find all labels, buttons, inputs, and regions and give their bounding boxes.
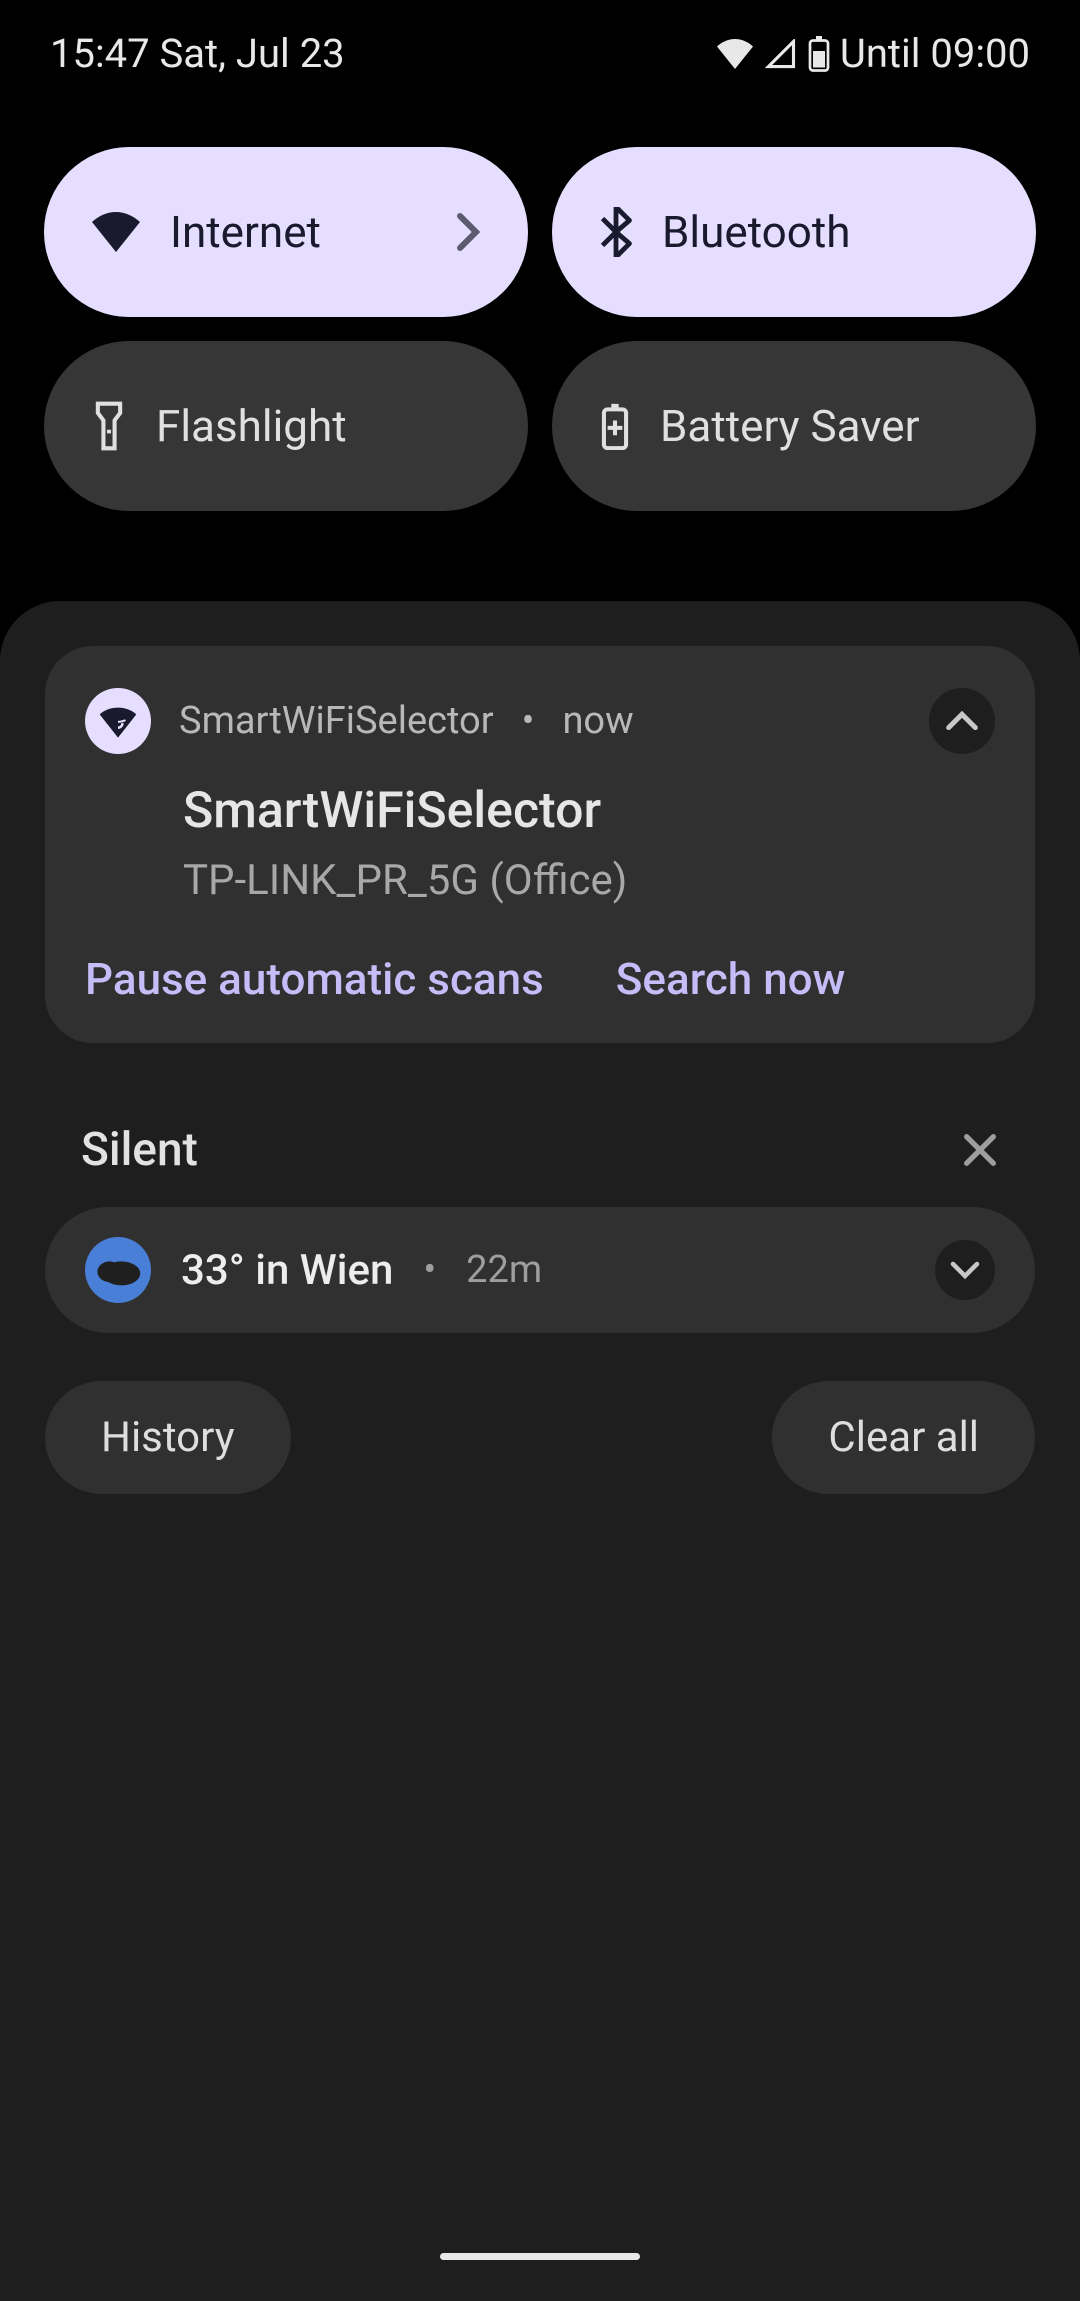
bluetooth-icon bbox=[600, 207, 632, 257]
weather-title: 33° in Wien bbox=[181, 1246, 393, 1295]
wifi-icon bbox=[716, 39, 754, 69]
status-time-date: 15:47 Sat, Jul 23 bbox=[50, 30, 345, 77]
wifi-icon bbox=[92, 212, 140, 252]
internet-tile[interactable]: Internet bbox=[44, 147, 528, 317]
notification-app-name: SmartWiFiSelector bbox=[179, 699, 494, 743]
notification-card[interactable]: SmartWiFiSelector • now SmartWiFiSelecto… bbox=[45, 646, 1035, 1043]
chevron-down-icon bbox=[949, 1261, 981, 1279]
bluetooth-tile[interactable]: Bluetooth bbox=[552, 147, 1036, 317]
notification-title: SmartWiFiSelector bbox=[183, 782, 995, 840]
home-indicator[interactable] bbox=[440, 2253, 640, 2260]
collapse-button[interactable] bbox=[929, 688, 995, 754]
search-now-action[interactable]: Search now bbox=[616, 953, 846, 1005]
weather-time: 22m bbox=[466, 1248, 542, 1292]
flashlight-tile[interactable]: Flashlight bbox=[44, 341, 528, 511]
battery-saver-label: Battery Saver bbox=[660, 400, 920, 452]
expand-button[interactable] bbox=[935, 1240, 995, 1300]
chevron-right-icon bbox=[456, 212, 480, 252]
close-icon bbox=[961, 1131, 999, 1169]
weather-app-icon bbox=[85, 1237, 151, 1303]
flashlight-label: Flashlight bbox=[156, 400, 347, 452]
footer-actions: History Clear all bbox=[45, 1381, 1035, 1494]
flashlight-icon bbox=[92, 400, 126, 452]
notification-time: now bbox=[562, 699, 633, 743]
pause-scans-action[interactable]: Pause automatic scans bbox=[85, 953, 544, 1005]
separator: • bbox=[423, 1248, 436, 1292]
silent-section-header: Silent bbox=[45, 1083, 1035, 1207]
status-right: Until 09:00 bbox=[716, 30, 1030, 77]
status-date: Sat, Jul 23 bbox=[160, 30, 345, 77]
weather-notification[interactable]: 33° in Wien • 22m bbox=[45, 1207, 1035, 1333]
wifi-app-icon bbox=[85, 688, 151, 754]
notification-panel: SmartWiFiSelector • now SmartWiFiSelecto… bbox=[0, 601, 1080, 2301]
battery-icon bbox=[808, 36, 830, 72]
quick-settings-grid: Internet Bluetooth Flashlight Battery Sa… bbox=[0, 107, 1080, 541]
status-time: 15:47 bbox=[50, 30, 150, 77]
status-bar: 15:47 Sat, Jul 23 Until 09:00 bbox=[0, 0, 1080, 107]
chevron-up-icon bbox=[945, 711, 979, 731]
notification-header: SmartWiFiSelector • now bbox=[85, 688, 995, 754]
silent-label: Silent bbox=[81, 1123, 198, 1177]
separator: • bbox=[522, 699, 535, 743]
close-silent-button[interactable] bbox=[961, 1131, 999, 1169]
internet-label: Internet bbox=[170, 206, 321, 258]
notification-actions: Pause automatic scans Search now bbox=[85, 953, 995, 1005]
history-button[interactable]: History bbox=[45, 1381, 291, 1494]
battery-plus-icon bbox=[600, 402, 630, 450]
status-battery-label: Until 09:00 bbox=[840, 30, 1030, 77]
bluetooth-label: Bluetooth bbox=[662, 206, 850, 258]
battery-saver-tile[interactable]: Battery Saver bbox=[552, 341, 1036, 511]
clear-all-button[interactable]: Clear all bbox=[772, 1381, 1035, 1494]
cellular-icon bbox=[764, 39, 798, 69]
notification-body: TP-LINK_PR_5G (Office) bbox=[183, 856, 995, 905]
